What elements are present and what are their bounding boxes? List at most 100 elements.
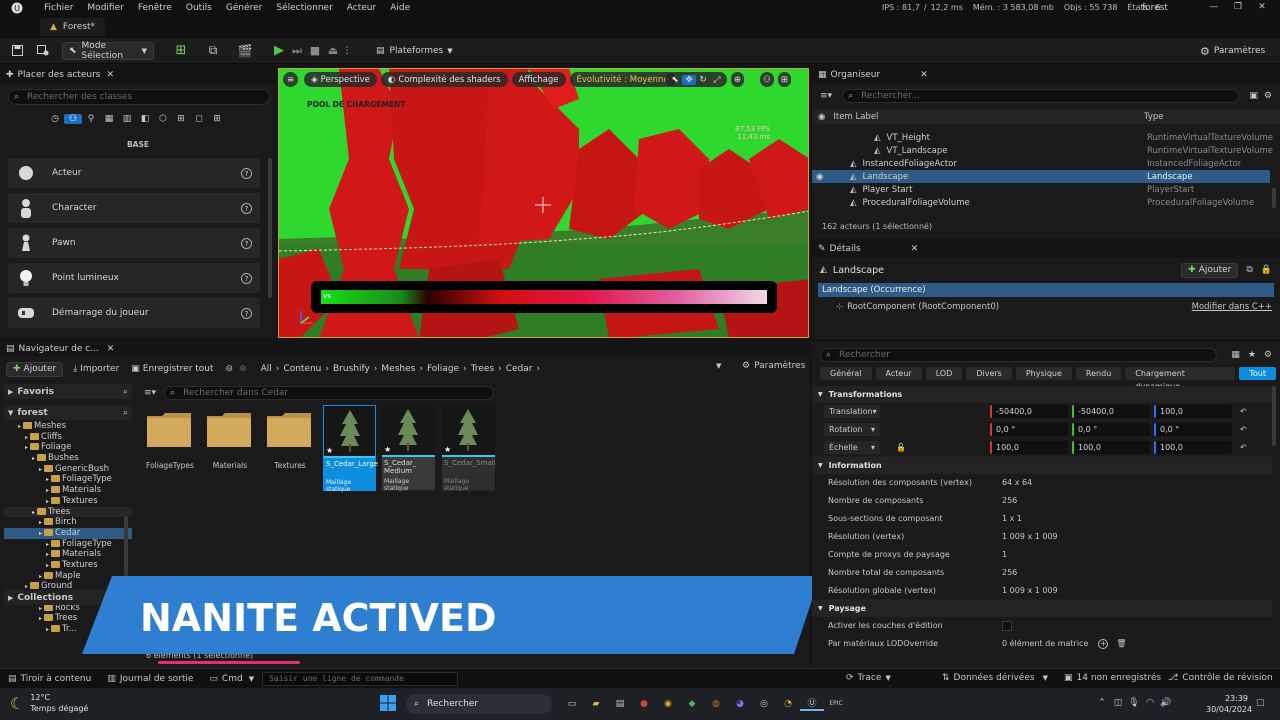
tree-folder-item[interactable]: ▸ Cliffs	[4, 432, 132, 443]
output-log-button[interactable]: ▥ Journal de sortie	[107, 674, 193, 684]
favorite-star-icon[interactable]: ★	[1248, 350, 1256, 360]
component-instance-row[interactable]: Landscape (Occurrence)	[818, 283, 1274, 297]
chat-icon[interactable]: ▤	[608, 699, 632, 709]
expand-arrow-icon[interactable]: ▸	[39, 530, 42, 537]
blueprint-icon[interactable]: ⧉	[200, 43, 226, 58]
outliner-row[interactable]: ◉ ◭ Landscape Landscape	[812, 170, 1270, 183]
derived-data-button[interactable]: ⇅ Données dérivées ▼	[942, 673, 1048, 683]
help-icon[interactable]: ?	[241, 272, 252, 284]
menu-window[interactable]: Fenêtre	[138, 3, 172, 13]
help-icon[interactable]: ?	[241, 202, 252, 214]
menu-file[interactable]: Fichier	[44, 3, 73, 13]
transform-y-field[interactable]: 100,0	[1072, 441, 1150, 454]
level-tab[interactable]: ▲ Forest*	[40, 18, 106, 36]
transform-z-field[interactable]: 0,0 °	[1154, 423, 1232, 436]
app-icon[interactable]: ●	[632, 699, 656, 709]
visibility-icon[interactable]: ◉	[816, 172, 830, 182]
expand-arrow-icon[interactable]: ▸	[46, 476, 49, 483]
volume-icon[interactable]: 🔊	[1158, 698, 1174, 708]
asset-search-input[interactable]: ⌕ Rechercher dans Cedar	[164, 386, 495, 400]
play-options-icon[interactable]: ⋮	[342, 46, 352, 56]
outliner-row[interactable]: ◭ VT_Landscape RuntimeVirtualTextureVolume	[812, 144, 1273, 157]
actor-item-pawn[interactable]: Pawn ?	[8, 228, 260, 258]
filter-tab-streaming[interactable]: Chargement dynamique	[1125, 367, 1236, 391]
save-all-button[interactable]: ▣ Enregistrer tout	[125, 360, 219, 378]
minimize-icon[interactable]: —	[1206, 2, 1222, 12]
expand-arrow-icon[interactable]: ▸	[32, 509, 35, 516]
outliner-row[interactable]: ◭ ProceduralFoliageVolume ProceduralFoliag…	[812, 196, 1270, 209]
transforms-section-header[interactable]: ▼ Transformations	[812, 386, 1272, 403]
actor-item-point-light[interactable]: Point lumineux ?	[8, 263, 260, 293]
expand-arrow-icon[interactable]: ▸	[46, 541, 49, 548]
transform-y-field[interactable]: -50400,0	[1072, 405, 1150, 418]
folder-tile[interactable]: FoliageTypes	[146, 412, 194, 470]
help-icon[interactable]: ?	[241, 307, 252, 319]
expand-arrow-icon[interactable]: ▸	[39, 519, 42, 526]
settings-button[interactable]: ⚙ Paramètres	[1194, 42, 1271, 60]
tree-folder-item[interactable]: ▸ Trees	[4, 506, 132, 518]
crumb-trees[interactable]: Trees	[471, 364, 494, 374]
world-space-icon[interactable]: ⊕	[731, 72, 745, 87]
expand-arrow-icon[interactable]: ▸	[46, 498, 49, 505]
unreal-engine-icon[interactable]: Ⓤ	[800, 696, 824, 711]
cmd-dropdown[interactable]: ▭ Cmd ▼	[209, 674, 254, 684]
lights-icon[interactable]: ⚲	[82, 114, 100, 124]
outliner-row[interactable]: ◭ VT_Height RuntimeVirtualTextureVolume	[812, 131, 1273, 144]
transform-x-field[interactable]: 100,0	[990, 441, 1068, 454]
menu-actor[interactable]: Acteur	[347, 3, 376, 13]
reset-icon[interactable]: ↶	[1240, 407, 1247, 416]
app-icon[interactable]: ◔	[776, 699, 800, 709]
maximize-icon[interactable]: ❐	[1230, 2, 1246, 12]
crumb-content[interactable]: Contenu	[283, 364, 321, 374]
weather-widget[interactable]: ☾ 12°C Temps dégagé	[10, 692, 88, 714]
menu-edit[interactable]: Modifier	[87, 3, 123, 13]
expand-arrow-icon[interactable]: ▸	[25, 434, 28, 441]
save-icon[interactable]	[8, 45, 26, 56]
move-tool-icon[interactable]: ✥	[682, 74, 696, 85]
camera-speed-icon[interactable]: ⚇	[760, 72, 774, 87]
outliner-row[interactable]: ◭ InstancedFoliageActor InstancedFoliageAc…	[812, 157, 1270, 170]
asset-tile[interactable]: ★ S_Cedar_ Medium Maillage statique	[382, 405, 435, 492]
microphone-icon[interactable]: 🎙	[1126, 698, 1142, 708]
tree-folder-item[interactable]: ▸ Materials	[4, 549, 132, 560]
transform-x-field[interactable]: 0,0 °	[990, 423, 1068, 436]
column-item-label[interactable]: Item Label	[833, 112, 878, 122]
expand-arrow-icon[interactable]: ▸	[46, 562, 49, 569]
scale-tool-icon[interactable]: ⤢	[710, 75, 724, 85]
rotate-tool-icon[interactable]: ↻	[696, 75, 710, 85]
settings-gear-icon[interactable]: ⚙	[1264, 91, 1272, 101]
crumb-all[interactable]: All	[261, 364, 272, 374]
menu-tools[interactable]: Outils	[186, 3, 212, 13]
filter-icon[interactable]: ≡▾	[144, 388, 156, 398]
mode-select-button[interactable]: ⬉ Mode Sélection ▼	[62, 41, 154, 61]
stop-icon[interactable]: ■	[306, 44, 324, 57]
epic-games-icon[interactable]: EPIC	[824, 700, 848, 707]
reset-icon[interactable]: ↶	[1240, 425, 1247, 434]
root-folder-header[interactable]: ▼ forest ⌕	[4, 405, 132, 420]
transform-x-field[interactable]: -50400,0	[990, 405, 1068, 418]
expand-arrow-icon[interactable]: ▸	[39, 573, 42, 580]
grid-icon[interactable]: ⊞	[208, 114, 226, 124]
visibility-icon[interactable]: ◉	[818, 112, 825, 122]
search-icon[interactable]: ⌕	[123, 408, 128, 418]
expand-arrow-icon[interactable]: ▸	[46, 626, 49, 633]
filter-tab-rendering[interactable]: Rendu	[1075, 367, 1122, 380]
tree-folder-item[interactable]: ▸ Foliage	[4, 442, 132, 453]
level-viewport[interactable]: ≡ ◈ Perspective ◐ Complexité des shaders…	[278, 68, 809, 338]
edit-in-cpp-link[interactable]: Modifier dans C++	[1192, 302, 1272, 312]
tree-folder-item[interactable]: ▸ Birch	[4, 517, 132, 528]
column-type[interactable]: Type	[1144, 112, 1164, 122]
star-icon[interactable]: ★	[384, 445, 391, 454]
add-actor-icon[interactable]: ⊞	[168, 43, 194, 58]
import-button[interactable]: ⤓ Importer	[67, 360, 125, 378]
crumb-meshes[interactable]: Meshes	[381, 364, 415, 374]
clock[interactable]: 23:39 30/04/2024	[1206, 693, 1252, 715]
all-classes-icon[interactable]: ⊞	[172, 114, 190, 124]
play-icon[interactable]: ▶	[270, 43, 288, 58]
filter-tab-lod[interactable]: LOD	[925, 367, 963, 380]
expand-arrow-icon[interactable]: ▸	[39, 605, 42, 612]
view-mode-button[interactable]: ◐ Complexité des shaders	[380, 72, 508, 87]
scalability-button[interactable]: Évolutivité : Moyenne	[569, 72, 676, 87]
filter-tab-general[interactable]: Général	[820, 367, 872, 380]
outliner-row[interactable]: ◭ Player Start PlayerStart	[812, 183, 1270, 196]
